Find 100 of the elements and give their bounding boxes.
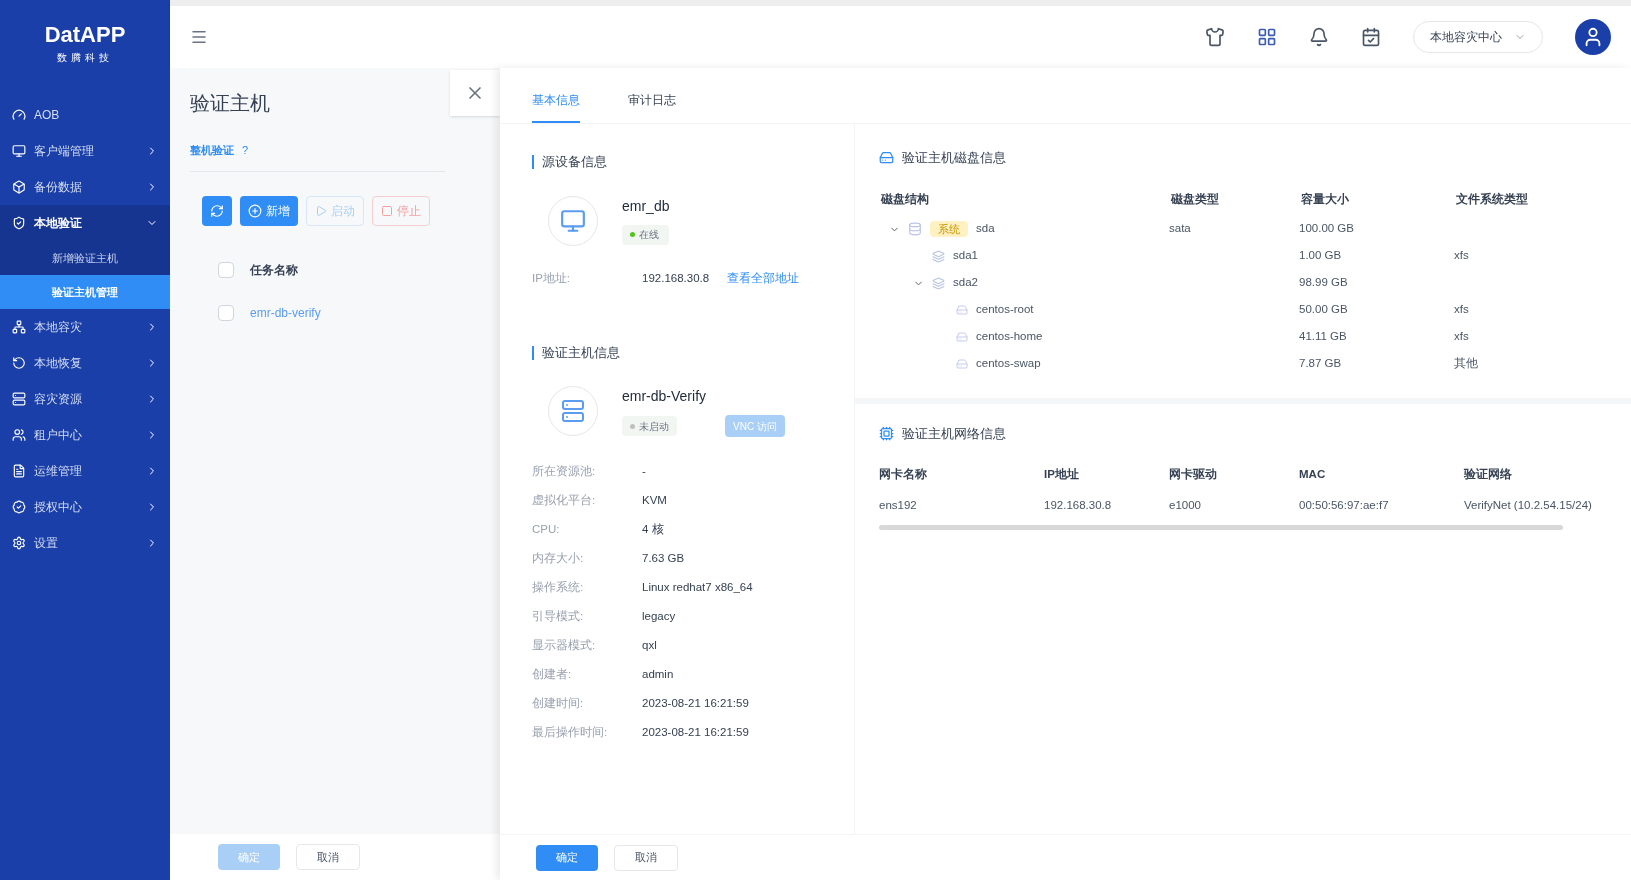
shield-icon <box>12 216 26 230</box>
nav-item[interactable]: 备份数据 <box>0 169 170 205</box>
table-cell-text: 其他 <box>1454 356 1478 372</box>
table-cell-text: ens192 <box>879 498 917 514</box>
column-header: 文件系统类型 <box>1455 191 1528 207</box>
calendar-check-icon[interactable] <box>1361 27 1381 47</box>
field-label: 最后操作时间: <box>532 725 609 741</box>
cancel-button[interactable]: 取消 <box>614 844 678 871</box>
stop-icon <box>381 204 393 217</box>
gauge-icon <box>12 108 26 122</box>
table-cell-text: xfs <box>1454 302 1469 318</box>
field-label: 创建时间: <box>532 696 585 712</box>
nav-item[interactable]: 授权中心 <box>0 489 170 525</box>
cancel-button[interactable]: 取消 <box>296 844 360 870</box>
network-icon <box>12 320 26 334</box>
refresh-icon <box>210 203 224 218</box>
field-value: KVM <box>642 493 667 509</box>
checkbox[interactable] <box>218 304 234 321</box>
host-name: emr-db-Verify <box>622 387 708 407</box>
section-title: 验证主机网络信息 <box>902 424 1006 443</box>
monitor-icon <box>12 144 26 158</box>
nav-subitem[interactable]: 新增验证主机 <box>0 241 170 275</box>
shirt-icon[interactable] <box>1205 27 1225 47</box>
disk-name: sda2 <box>953 275 978 291</box>
nav-item[interactable]: 租户中心 <box>0 417 170 453</box>
disk-tag: 系统 <box>930 220 968 238</box>
nav-item[interactable]: 运维管理 <box>0 453 170 489</box>
field-value: 4 核 <box>642 522 664 538</box>
table-cell-text: 41.11 GB <box>1299 329 1347 345</box>
table-cell-text: 100.00 GB <box>1299 221 1354 237</box>
refresh-button[interactable] <box>202 195 232 226</box>
avatar[interactable] <box>1575 19 1611 55</box>
field-value: - <box>642 464 646 480</box>
document-icon <box>12 464 26 478</box>
nav-item[interactable]: AOB <box>0 97 170 133</box>
nav-item[interactable]: 设置 <box>0 525 170 561</box>
table-cell-text: 7.87 GB <box>1299 356 1342 372</box>
section-title: 验证主机磁盘信息 <box>902 149 1006 167</box>
disk-name: sda1 <box>953 248 978 264</box>
view-all-addresses-link[interactable]: 查看全部地址 <box>727 269 799 287</box>
nav-item[interactable]: 容灾资源 <box>0 381 170 417</box>
checkbox[interactable] <box>218 261 234 278</box>
plus-icon <box>248 203 262 218</box>
users-icon <box>12 428 26 442</box>
field-value: admin <box>642 667 674 683</box>
play-icon <box>315 204 327 217</box>
column-header: 网卡名称 <box>879 467 927 483</box>
scrollbar[interactable] <box>879 525 1564 530</box>
device-name: emr_db <box>622 196 670 216</box>
section-title: 源设备信息 <box>542 153 607 171</box>
field-value: 2023-08-21 16:21:59 <box>642 696 749 712</box>
badge-icon <box>12 500 26 514</box>
column-header: 任务名称 <box>250 261 298 279</box>
disk-name: centos-root <box>976 302 1034 318</box>
section-title: 验证主机信息 <box>542 343 620 362</box>
field-label: 创建者: <box>532 667 573 683</box>
table-cell-text: xfs <box>1454 248 1469 264</box>
table-cell-text: 50.00 GB <box>1299 302 1348 318</box>
field-label: 所在资源池: <box>532 464 597 480</box>
disk-icon <box>908 222 922 236</box>
partition-icon <box>932 276 945 290</box>
close-button[interactable] <box>450 70 500 116</box>
nav-item[interactable]: 本地验证 <box>0 205 170 241</box>
status-text: 未启动 <box>639 419 669 434</box>
table-cell-text: sata <box>1169 221 1191 237</box>
nav-item[interactable]: 客户端管理 <box>0 133 170 169</box>
column-header: IP地址 <box>1044 467 1079 483</box>
bell-icon[interactable] <box>1309 27 1329 47</box>
column-header: 网卡驱动 <box>1169 467 1217 483</box>
nav-item[interactable]: 本地容灾 <box>0 309 170 345</box>
field-value: 7.63 GB <box>642 551 685 567</box>
disk-name: sda <box>976 221 995 237</box>
field-value: qxl <box>642 638 657 654</box>
field-value: 2023-08-21 16:21:59 <box>642 725 749 741</box>
field-value: legacy <box>642 609 676 625</box>
table-cell-text: e1000 <box>1169 498 1201 514</box>
nav-item[interactable]: 本地恢复 <box>0 345 170 381</box>
logo-subtitle: 数腾科技 <box>57 51 113 65</box>
field-label: 内存大小: <box>532 551 585 567</box>
disk-name: centos-home <box>976 329 1043 345</box>
table-cell-text: VerifyNet (10.2.54.15/24) <box>1464 498 1592 514</box>
table-cell-text: 192.168.30.8 <box>1044 498 1112 514</box>
grid-icon[interactable] <box>1257 27 1277 47</box>
column-header: 容量大小 <box>1300 191 1349 207</box>
menu-icon[interactable] <box>190 28 208 46</box>
column-header: 磁盘类型 <box>1169 191 1219 207</box>
drawer-tab[interactable]: 基本信息 <box>532 91 580 123</box>
field-value: Linux redhat7 x86_64 <box>642 580 753 596</box>
column-header: 验证网络 <box>1464 467 1512 483</box>
table-cell-text: 00:50:56:97:ae:f7 <box>1299 498 1389 514</box>
field-label: CPU: <box>532 522 561 538</box>
cube-icon <box>12 180 26 194</box>
logo-text: DatAPP <box>44 24 126 46</box>
table-cell-text: 1.00 GB <box>1299 248 1342 264</box>
drawer-tab[interactable]: 审计日志 <box>628 91 676 123</box>
field-label: IP地址: <box>532 270 572 286</box>
column-header: MAC <box>1299 467 1326 483</box>
field-label: 操作系统: <box>532 580 585 596</box>
server-icon <box>12 392 26 406</box>
monitor-icon <box>560 207 586 234</box>
